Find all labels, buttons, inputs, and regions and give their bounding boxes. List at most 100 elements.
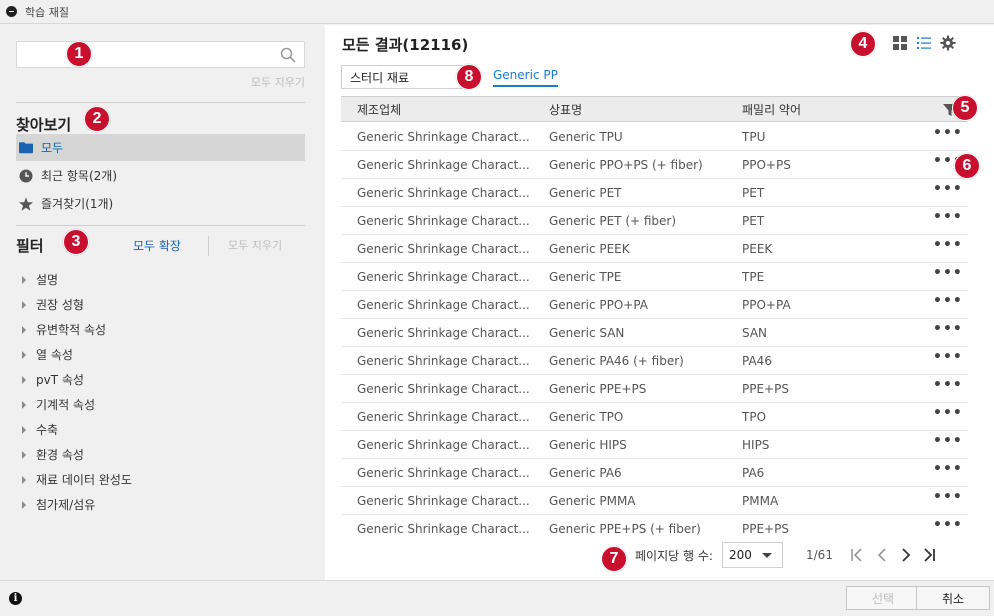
results-table: Generic Shrinkage Charact... Generic TPU T… [341, 123, 967, 535]
more-options-icon[interactable]: ••• [933, 405, 963, 421]
browse-item-label: 최근 항목(2개) [41, 169, 118, 183]
callout-badge-4: 4 [850, 31, 876, 57]
table-row[interactable]: Generic Shrinkage Charact... Generic PET … [341, 207, 967, 235]
table-row[interactable]: Generic Shrinkage Charact... Generic PA6 P… [341, 459, 967, 487]
table-row[interactable]: Generic Shrinkage Charact... Generic PPE+… [341, 515, 967, 535]
callout-badge-2: 2 [84, 106, 110, 132]
table-row[interactable]: Generic Shrinkage Charact... Generic PET P… [341, 179, 967, 207]
browse-item-all[interactable]: 모두 [16, 134, 305, 161]
app-icon[interactable] [6, 6, 17, 17]
more-options-icon[interactable]: ••• [933, 293, 963, 309]
filter-item-thermal[interactable]: 열 속성 [22, 346, 73, 363]
grid-view-icon[interactable] [892, 35, 908, 51]
last-page-icon[interactable] [922, 547, 936, 563]
filter-item-mechanical[interactable]: 기계적 속성 [22, 396, 95, 413]
expand-all-button[interactable]: 모두 확장 [133, 237, 181, 254]
search-input[interactable] [17, 42, 267, 67]
column-header-product[interactable]: 상표명 [549, 101, 582, 118]
clear-search-button[interactable]: 모두 지우기 [251, 74, 305, 90]
filter-item-pvt[interactable]: pvT 속성 [22, 371, 84, 388]
filter-item-molding[interactable]: 권장 성형 [22, 296, 84, 313]
column-header-family[interactable]: 패밀리 약어 [742, 101, 801, 118]
divider [16, 225, 305, 226]
cancel-button[interactable]: 취소 [916, 586, 990, 610]
expand-arrow-icon [22, 325, 26, 334]
study-material-button[interactable]: 스터디 재료 [341, 65, 471, 89]
filter-item-environmental[interactable]: 환경 속성 [22, 446, 84, 463]
search-box [16, 41, 305, 68]
next-page-icon[interactable] [899, 547, 913, 563]
table-row[interactable]: Generic Shrinkage Charact... Generic PPO+… [341, 151, 967, 179]
expand-arrow-icon [22, 425, 26, 434]
table-header: 제조업체 상표명 패밀리 약어 [341, 96, 967, 122]
callout-badge-6: 6 [954, 153, 980, 179]
more-options-icon[interactable]: ••• [933, 265, 963, 281]
table-row[interactable]: Generic Shrinkage Charact... Generic TPO T… [341, 403, 967, 431]
column-header-maker[interactable]: 제조업체 [357, 101, 401, 118]
select-button[interactable]: 선택 [846, 586, 920, 610]
table-row[interactable]: Generic Shrinkage Charact... Generic HIPS… [341, 431, 967, 459]
more-options-icon[interactable]: ••• [933, 489, 963, 505]
browse-title: 찾아보기 [16, 116, 72, 134]
results-title: 모든 결과(12116) [342, 36, 469, 54]
filter-item-fillers[interactable]: 첨가제/섬유 [22, 496, 95, 513]
table-row[interactable]: Generic Shrinkage Charact... Generic SAN S… [341, 319, 967, 347]
page-indicator: 1/61 [806, 548, 833, 562]
info-icon[interactable]: i [9, 592, 22, 605]
more-options-icon[interactable]: ••• [933, 125, 963, 141]
divider [16, 102, 305, 103]
clear-filters-button[interactable]: 모두 지우기 [228, 237, 282, 253]
filter-item-description[interactable]: 설명 [22, 271, 58, 288]
table-row[interactable]: Generic Shrinkage Charact... Generic PPE+… [341, 375, 967, 403]
more-options-icon[interactable]: ••• [933, 433, 963, 449]
expand-arrow-icon [22, 375, 26, 384]
more-options-icon[interactable]: ••• [933, 209, 963, 225]
first-page-icon[interactable] [850, 547, 864, 563]
filter-title: 필터 [16, 237, 44, 255]
list-view-icon[interactable] [916, 35, 932, 51]
title-bar: 학습 재질 [0, 0, 994, 24]
more-options-icon[interactable]: ••• [933, 377, 963, 393]
callout-badge-7: 7 [601, 546, 627, 572]
footer-bar: i 선택 취소 [0, 580, 994, 616]
expand-arrow-icon [22, 350, 26, 359]
star-icon [19, 196, 33, 211]
table-row[interactable]: Generic Shrinkage Charact... Generic PEEK… [341, 235, 967, 263]
window-title: 학습 재질 [25, 5, 69, 19]
table-row[interactable]: Generic Shrinkage Charact... Generic PPO+… [341, 291, 967, 319]
callout-badge-1: 1 [66, 41, 92, 67]
divider [208, 236, 209, 256]
expand-arrow-icon [22, 475, 26, 484]
browse-item-label: 모두 [41, 141, 64, 155]
clock-icon [19, 169, 33, 183]
table-row[interactable]: Generic Shrinkage Charact... Generic TPU T… [341, 123, 967, 151]
more-options-icon[interactable]: ••• [933, 349, 963, 365]
more-options-icon[interactable]: ••• [933, 321, 963, 337]
previous-page-icon[interactable] [875, 547, 889, 563]
browse-item-label: 즐겨찾기(1개) [41, 197, 114, 211]
expand-arrow-icon [22, 500, 26, 509]
more-options-icon[interactable]: ••• [933, 461, 963, 477]
browse-item-favorites[interactable]: 즐겨찾기(1개) [16, 190, 305, 217]
callout-badge-5: 5 [952, 95, 978, 121]
expand-arrow-icon [22, 300, 26, 309]
expand-arrow-icon [22, 400, 26, 409]
filter-item-completeness[interactable]: 재료 데이터 완성도 [22, 471, 132, 488]
filter-item-shrinkage[interactable]: 수축 [22, 421, 58, 438]
more-options-icon[interactable]: ••• [933, 517, 963, 533]
results-panel: 모든 결과(12116) 스터디 재료 Generic PP 제조업체 상표명 … [325, 25, 994, 580]
rows-per-page-select[interactable]: 200 [722, 542, 783, 568]
expand-arrow-icon [22, 450, 26, 459]
more-options-icon[interactable]: ••• [933, 181, 963, 197]
more-options-icon[interactable]: ••• [933, 237, 963, 253]
callout-badge-8: 8 [456, 64, 482, 90]
filter-item-rheological[interactable]: 유변학적 속성 [22, 321, 106, 338]
table-row[interactable]: Generic Shrinkage Charact... Generic PMMA… [341, 487, 967, 515]
gear-icon[interactable] [940, 35, 956, 51]
table-row[interactable]: Generic Shrinkage Charact... Generic PA46… [341, 347, 967, 375]
search-icon[interactable] [280, 47, 296, 63]
table-row[interactable]: Generic Shrinkage Charact... Generic TPE T… [341, 263, 967, 291]
rows-per-page-label: 페이지당 행 수: [635, 549, 713, 563]
browse-item-recent[interactable]: 최근 항목(2개) [16, 162, 305, 189]
active-filter-tag[interactable]: Generic PP [493, 68, 558, 87]
